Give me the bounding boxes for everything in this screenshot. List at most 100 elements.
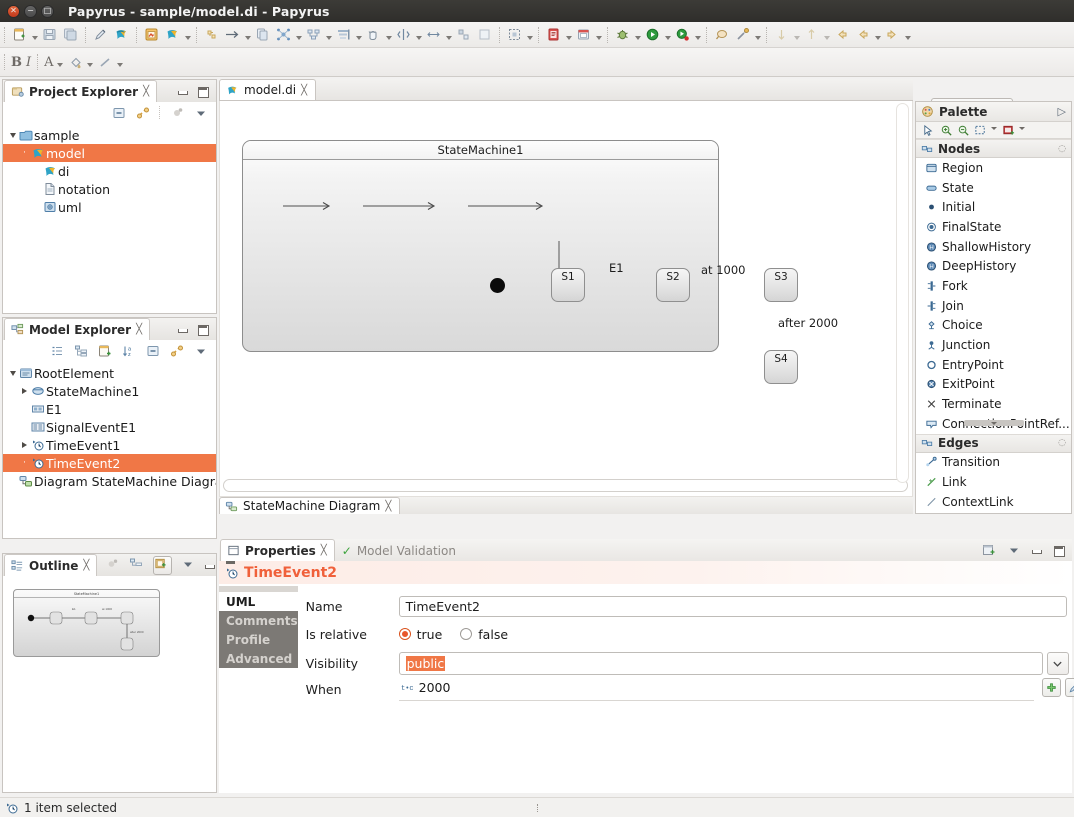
project-explorer-item-0[interactable]: sample	[3, 126, 216, 144]
sort-button[interactable]: az	[121, 343, 136, 358]
outline-thumbnail-button[interactable]	[153, 555, 173, 575]
resize-dropdown[interactable]	[444, 27, 453, 43]
status-resize-grip[interactable]	[537, 804, 539, 812]
palette-item-finalstate[interactable]: FinalState	[916, 217, 1071, 237]
canvas-vertical-scrollbar[interactable]	[896, 103, 909, 483]
minimize-view-button[interactable]	[177, 86, 188, 97]
external-tools-dropdown[interactable]	[753, 27, 762, 43]
palette-item-deephistory[interactable]: H DeepHistory	[916, 256, 1071, 276]
resize-button[interactable]	[423, 24, 444, 46]
radio-false[interactable]	[460, 628, 473, 640]
model-explorer-item-5[interactable]: · TimeEvent2	[3, 454, 216, 472]
run-button[interactable]	[642, 24, 663, 46]
initial-node[interactable]	[490, 278, 505, 293]
fill-color-button[interactable]	[65, 51, 86, 73]
window-close-button[interactable]: ✕	[7, 4, 20, 18]
tab-model-explorer[interactable]: Model Explorer ╳	[4, 318, 151, 340]
outline-thumbnail[interactable]: StateMachine1 E1 at 1000 after 2000	[13, 589, 160, 657]
new-element-button[interactable]	[97, 343, 112, 358]
next-annotation-dropdown[interactable]	[792, 27, 801, 43]
model-explorer-item-2[interactable]: E1	[3, 400, 216, 418]
palette-item-initial[interactable]: Initial	[916, 197, 1071, 217]
state-s3[interactable]: S3	[764, 268, 798, 302]
outline-tree-button[interactable]	[129, 557, 143, 574]
external-tools-button[interactable]	[732, 24, 753, 46]
tab-model-di[interactable]: model.di ╳	[219, 79, 317, 100]
visibility-field[interactable]: public	[398, 651, 1043, 675]
close-icon[interactable]: ╳	[385, 501, 391, 512]
layout-dropdown[interactable]	[294, 27, 303, 43]
back-dropdown[interactable]	[873, 27, 882, 43]
select-all-dropdown[interactable]	[525, 27, 534, 43]
maximize-view-button[interactable]	[197, 86, 209, 98]
palette-item-link[interactable]: Link	[916, 472, 1071, 492]
window-maximize-button[interactable]: □	[41, 4, 54, 18]
project-explorer-item-1[interactable]: · model	[3, 144, 216, 162]
state-s2[interactable]: S2	[656, 268, 690, 302]
snap-button[interactable]	[453, 24, 474, 46]
tab-statemachine-diagram[interactable]: StateMachine Diagram ╳	[219, 497, 401, 514]
palette-header[interactable]: Palette ▷	[916, 102, 1071, 122]
properties-tab-comments[interactable]: Comments	[219, 611, 298, 630]
prev-annotation-button[interactable]	[801, 24, 822, 46]
show-tree-button[interactable]	[73, 343, 88, 358]
forward-dropdown[interactable]	[903, 27, 912, 43]
profile-dropdown[interactable]	[693, 27, 702, 43]
layout-button[interactable]	[273, 24, 294, 46]
papyrus-perspective-button[interactable]	[111, 24, 132, 46]
new-button[interactable]	[9, 24, 30, 46]
copy-appearance-button[interactable]	[252, 24, 273, 46]
style-button[interactable]	[363, 24, 384, 46]
papyrus-model-button[interactable]	[141, 24, 162, 46]
note-dropdown-arrow[interactable]	[1018, 126, 1026, 134]
save-all-button[interactable]	[60, 24, 81, 46]
pin-properties-button[interactable]	[981, 542, 997, 558]
canvas-horizontal-scrollbar[interactable]	[223, 479, 908, 492]
font-color-button[interactable]: A	[42, 51, 55, 73]
statemachine-frame[interactable]: StateMachine1	[242, 140, 719, 352]
outline-view-menu-button[interactable]	[182, 558, 194, 573]
filters-button[interactable]	[333, 24, 354, 46]
tab-properties[interactable]: Properties ╳	[220, 539, 335, 561]
palette-item-transition[interactable]: Transition	[916, 453, 1071, 473]
select-tool-button[interactable]	[920, 123, 937, 138]
diagram-canvas[interactable]: StateMachine1 S1 S2 S3 S4 E1 at 1000 aft…	[219, 101, 913, 497]
model-explorer-item-3[interactable]: SignalEventE1	[3, 418, 216, 436]
tree-twisty-collapsed[interactable]	[19, 442, 30, 448]
close-icon[interactable]: ╳	[136, 324, 142, 335]
line-style-dropdown[interactable]	[116, 54, 125, 70]
when-add-button[interactable]	[1041, 678, 1061, 697]
show-properties-button[interactable]	[49, 343, 64, 358]
close-icon[interactable]: ╳	[321, 545, 327, 556]
tree-twisty-expanded[interactable]	[7, 370, 18, 376]
zoom-in-tool-button[interactable]	[939, 123, 954, 138]
transition-label-e1[interactable]: E1	[609, 261, 624, 275]
open-resource-button[interactable]	[573, 24, 594, 46]
new-project-dropdown[interactable]	[564, 27, 573, 43]
tab-project-explorer[interactable]: Project Explorer ╳	[4, 80, 158, 102]
collapse-icon[interactable]: ◌	[1058, 438, 1066, 448]
note-tool-button[interactable]	[1000, 123, 1016, 138]
zoom-out-tool-button[interactable]	[956, 123, 971, 138]
project-explorer-item-2[interactable]: di	[3, 162, 216, 180]
when-edit-button[interactable]	[1064, 678, 1074, 697]
view-menu-button[interactable]	[193, 343, 208, 358]
palette-item-terminate[interactable]: Terminate	[916, 394, 1071, 414]
prev-annotation-dropdown[interactable]	[822, 27, 831, 43]
palette-item-join[interactable]: Join	[916, 296, 1071, 316]
distribute-dropdown[interactable]	[324, 27, 333, 43]
view-menu-focus-button[interactable]	[169, 105, 184, 120]
marquee-tool-button[interactable]	[973, 123, 988, 138]
link-with-editor-button[interactable]	[135, 105, 150, 120]
is-relative-true-option[interactable]: true	[398, 627, 442, 642]
minimize-view-button[interactable]	[204, 560, 216, 571]
font-color-dropdown[interactable]	[56, 54, 65, 70]
collapse-all-button[interactable]	[111, 105, 126, 120]
profile-button[interactable]	[672, 24, 693, 46]
select-all-button[interactable]	[504, 24, 525, 46]
palette-item-choice[interactable]: Choice	[916, 316, 1071, 336]
italic-button[interactable]: I	[24, 51, 33, 73]
tab-model-validation[interactable]: ✓ Model Validation	[335, 539, 464, 561]
window-minimize-button[interactable]: −	[24, 4, 37, 18]
debug-button[interactable]	[612, 24, 633, 46]
